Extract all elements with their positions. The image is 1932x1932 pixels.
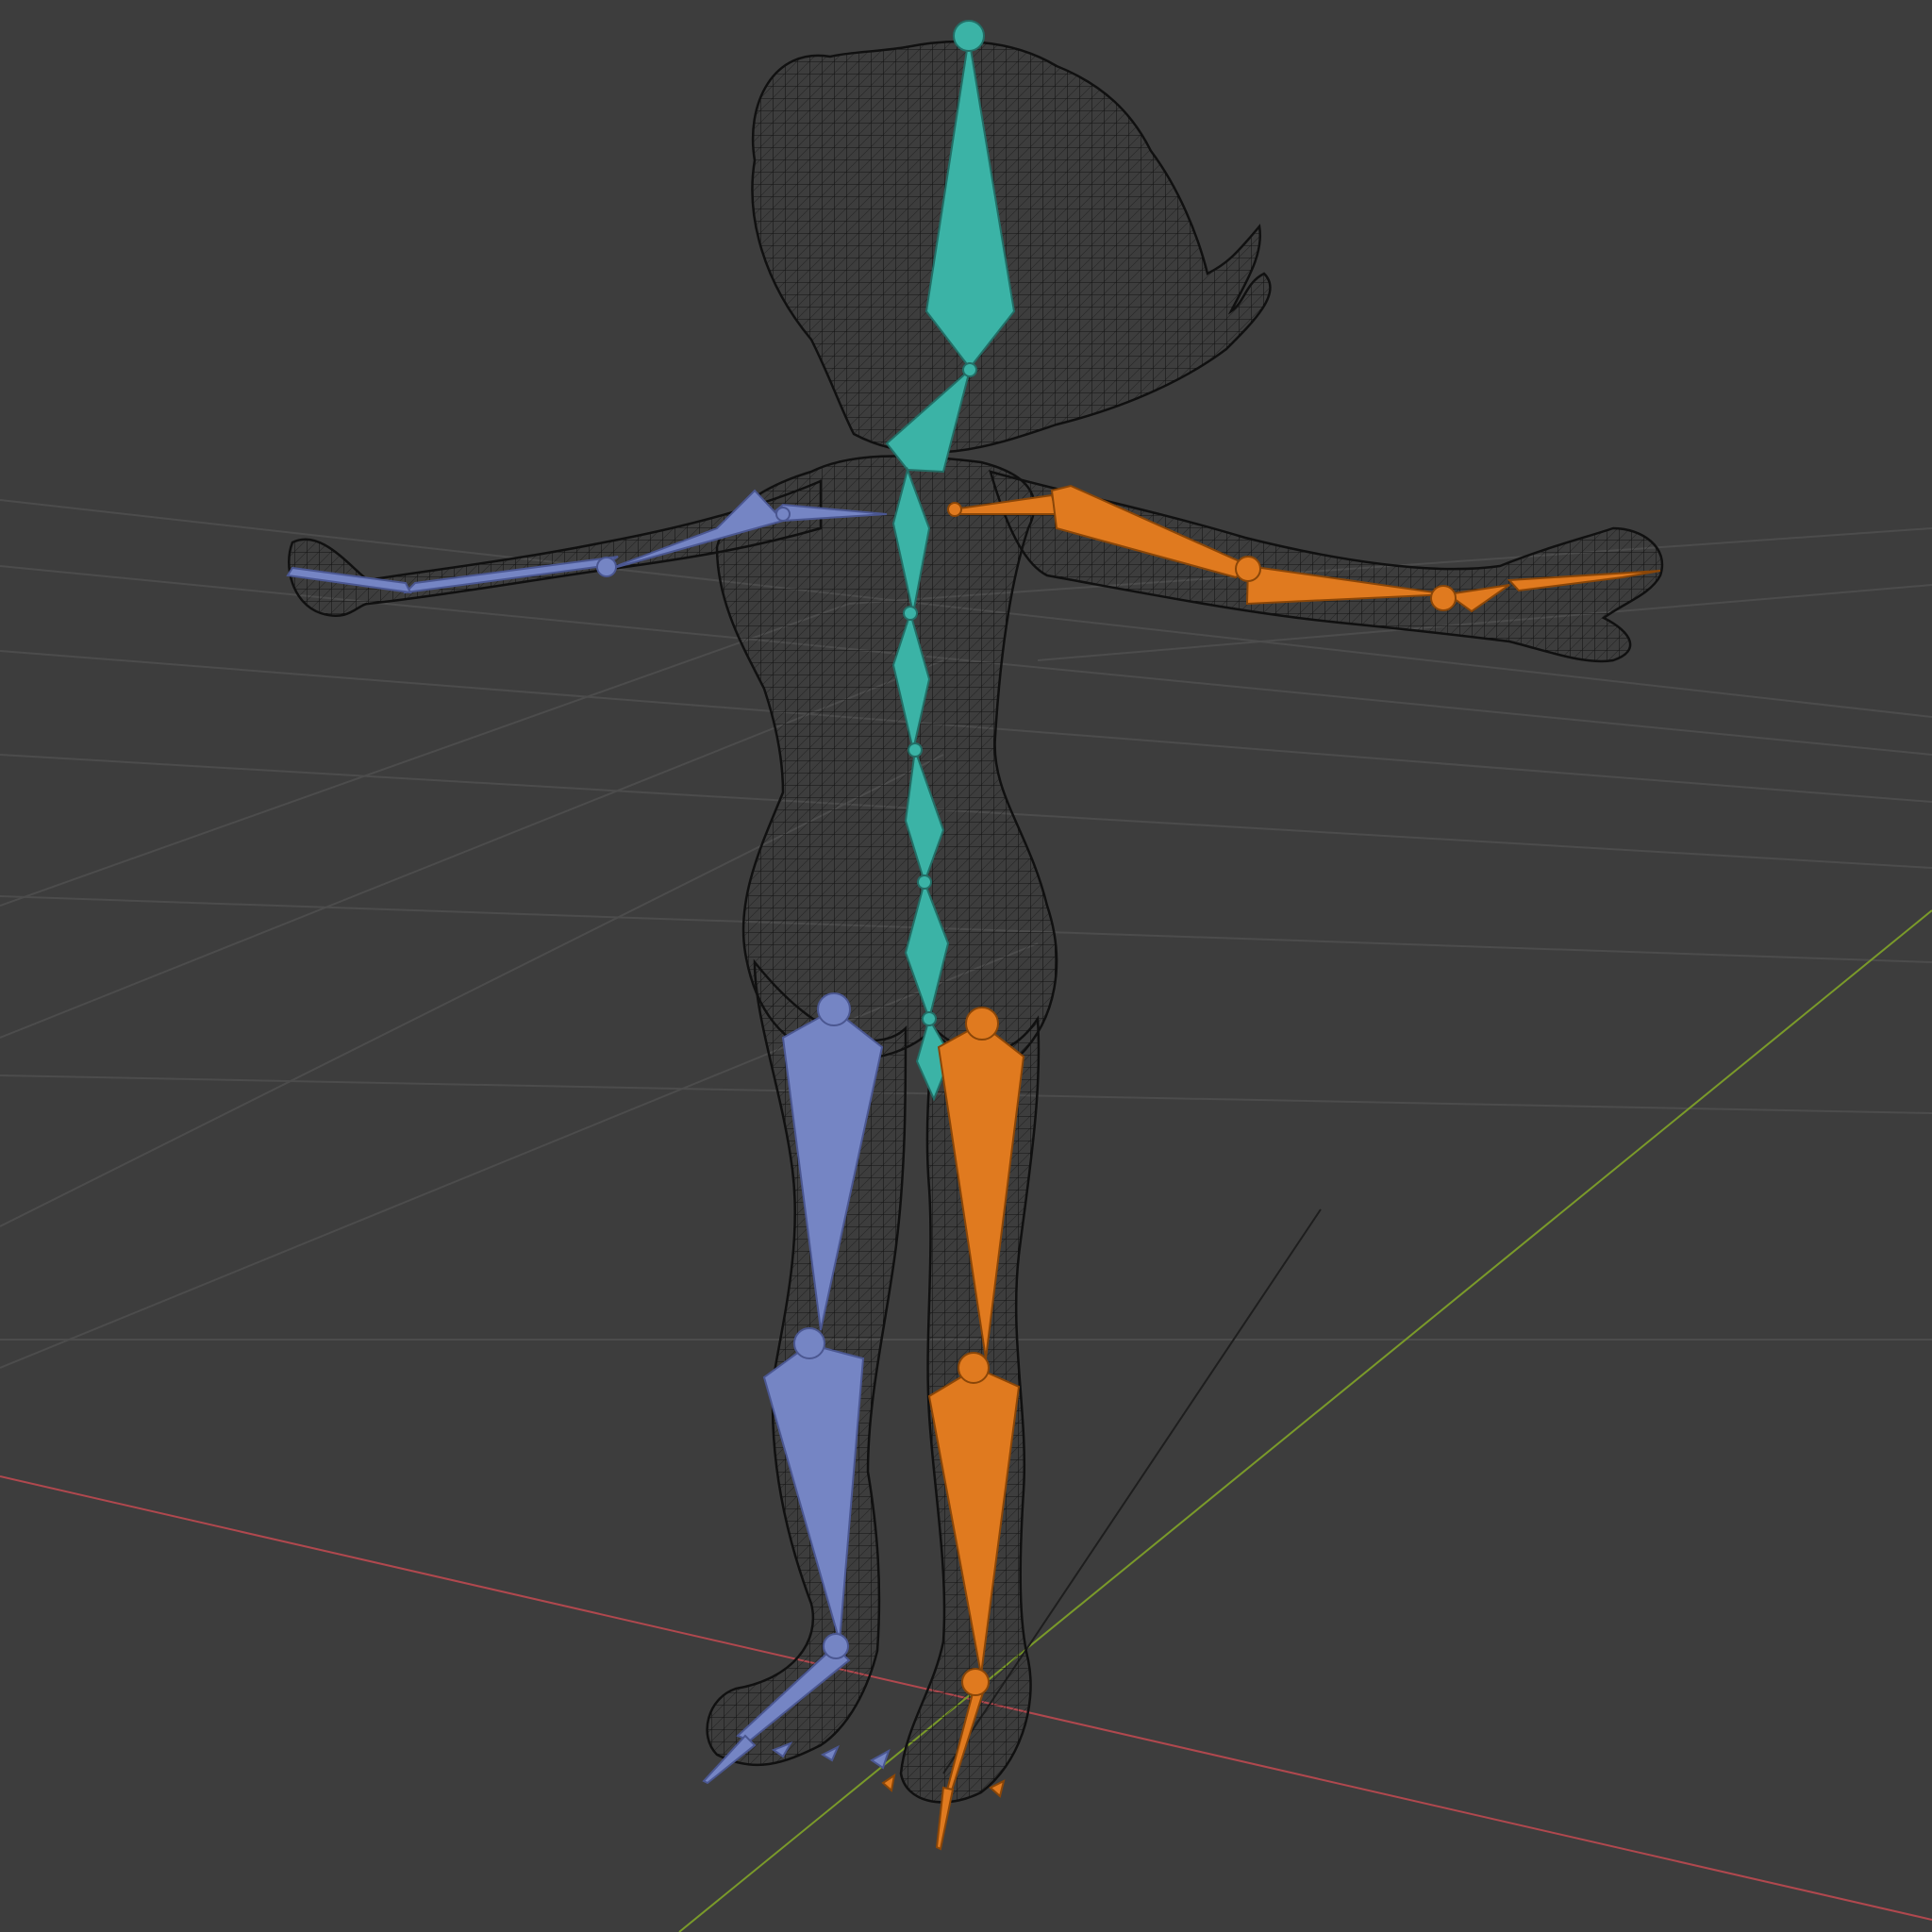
joint-shoulder-right[interactable] bbox=[947, 502, 962, 517]
joint-hip-right[interactable] bbox=[965, 1007, 999, 1041]
joint-head-tip[interactable] bbox=[953, 20, 985, 52]
bone-toe-small-left-2[interactable] bbox=[820, 1744, 840, 1762]
mesh-hair bbox=[751, 40, 1272, 454]
bone-toe-small-right-1[interactable] bbox=[881, 1773, 896, 1792]
joint-shoulder-left[interactable] bbox=[775, 507, 791, 522]
joint-elbow-left[interactable] bbox=[596, 557, 617, 577]
viewport-scene[interactable] bbox=[0, 0, 1932, 1932]
joint-chest[interactable] bbox=[903, 606, 918, 621]
joint-knee-left[interactable] bbox=[793, 1327, 825, 1359]
joint-elbow-right[interactable] bbox=[1235, 556, 1261, 582]
joint-hip-left[interactable] bbox=[817, 992, 851, 1026]
joint-ankle-left[interactable] bbox=[823, 1633, 849, 1659]
bone-toe-small-left-3[interactable] bbox=[870, 1748, 891, 1770]
joint-mid[interactable] bbox=[908, 742, 923, 758]
joint-neck[interactable] bbox=[962, 362, 977, 377]
joint-wrist-right[interactable] bbox=[1430, 585, 1457, 611]
joint-low[interactable] bbox=[917, 874, 932, 890]
mesh-torso bbox=[715, 455, 1058, 1064]
joint-knee-right[interactable] bbox=[958, 1352, 990, 1384]
3d-viewport[interactable] bbox=[0, 0, 1932, 1932]
joint-ankle-right[interactable] bbox=[961, 1668, 990, 1696]
joint-hip-root[interactable] bbox=[922, 1011, 937, 1026]
